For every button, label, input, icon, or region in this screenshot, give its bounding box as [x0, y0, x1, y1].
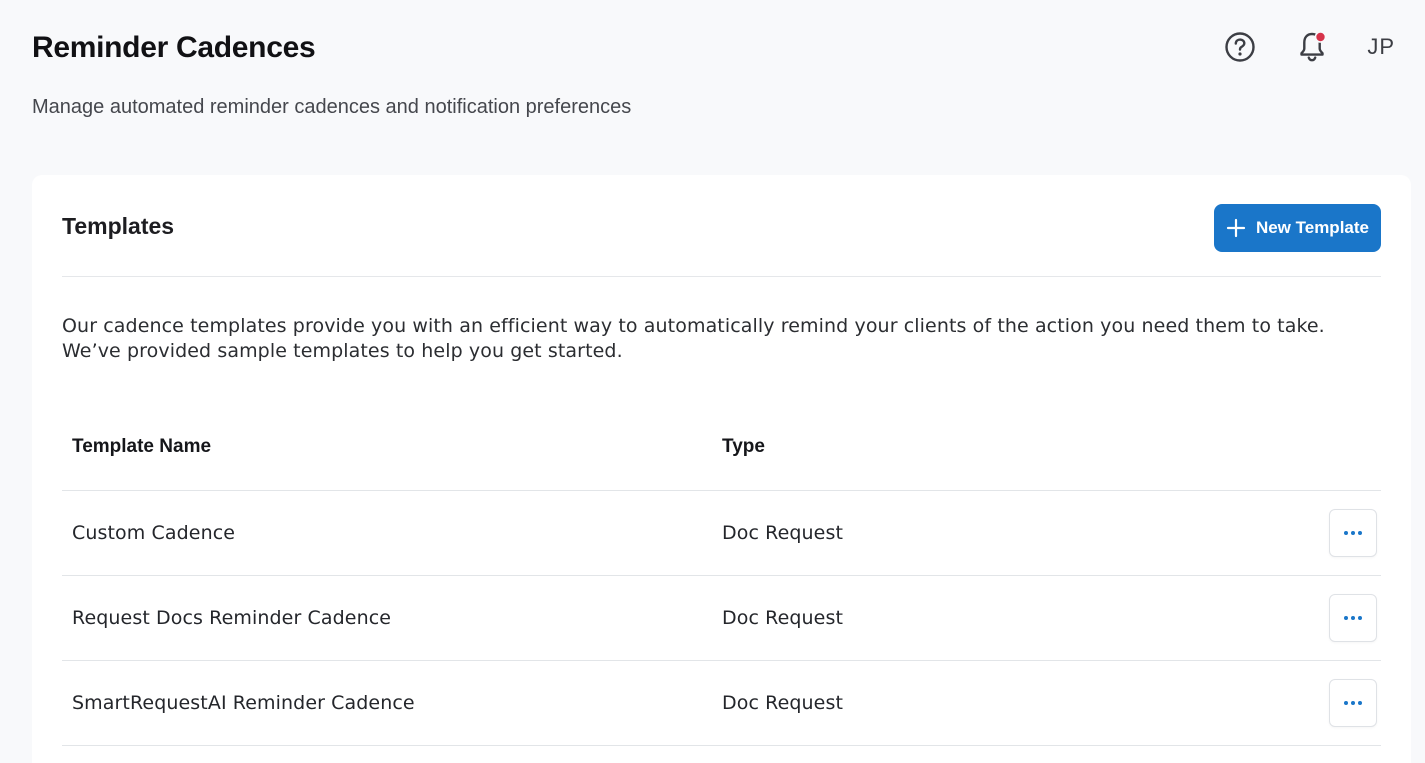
row-actions-button[interactable]	[1328, 679, 1377, 727]
new-template-button-label: New Template	[1255, 218, 1369, 237]
more-horizontal-icon	[1343, 616, 1348, 620]
templates-card: Templates New Template Our cadence templ…	[32, 175, 1411, 763]
more-horizontal-icon	[1343, 701, 1348, 705]
table-row[interactable]: Request Docs Reminder Cadence Doc Reques…	[62, 576, 1381, 661]
templates-card-title: Templates	[62, 213, 175, 239]
reminder-cadences-page: Reminder Cadences Manage automated remin…	[0, 0, 1425, 763]
row-actions-button[interactable]	[1328, 594, 1377, 642]
page-title: Reminder Cadences	[32, 31, 316, 64]
user-avatar[interactable]: JP	[1367, 30, 1395, 64]
template-name-cell: Custom Cadence	[72, 522, 236, 544]
table-row[interactable]: Custom Cadence Doc Request	[62, 491, 1381, 576]
templates-card-header: Templates New Template	[62, 175, 1381, 277]
table-header: Template Name Type	[62, 409, 1381, 491]
help-circle-icon	[1225, 32, 1256, 62]
column-header-template-name: Template Name	[72, 436, 212, 457]
notifications-button[interactable]	[1295, 30, 1329, 64]
top-actions: JP	[1223, 28, 1395, 66]
template-type-cell: Doc Request	[722, 607, 844, 629]
help-button[interactable]	[1223, 30, 1257, 64]
column-header-type: Type	[722, 436, 765, 457]
row-actions-button[interactable]	[1328, 509, 1377, 557]
page-header: Reminder Cadences Manage automated remin…	[32, 28, 1425, 120]
template-type-cell: Doc Request	[722, 692, 844, 714]
templates-table: Template Name Type Custom Cadence Doc Re…	[62, 409, 1381, 746]
page-subtitle: Manage automated reminder cadences and n…	[32, 96, 632, 118]
more-horizontal-icon	[1343, 531, 1348, 535]
template-type-cell: Doc Request	[722, 522, 844, 544]
template-name-cell: SmartRequestAI Reminder Cadence	[72, 692, 415, 714]
new-template-button[interactable]: New Template	[1213, 204, 1381, 252]
templates-description: Our cadence templates provide you with a…	[62, 315, 1325, 362]
notification-badge	[1315, 31, 1327, 43]
table-row[interactable]: SmartRequestAI Reminder Cadence Doc Requ…	[62, 661, 1381, 746]
template-name-cell: Request Docs Reminder Cadence	[72, 607, 392, 629]
plus-icon	[1226, 218, 1246, 238]
bell-icon	[1300, 31, 1327, 62]
